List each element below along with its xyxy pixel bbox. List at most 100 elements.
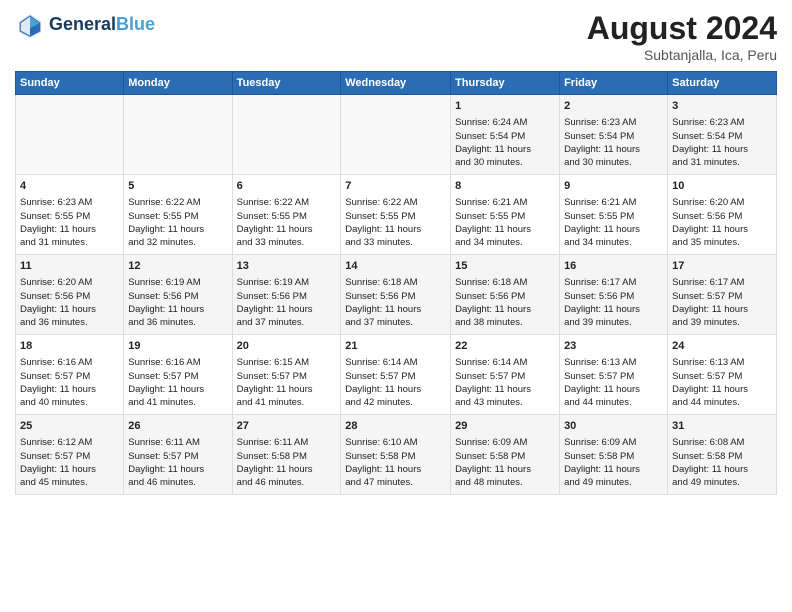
week-row-2: 11Sunrise: 6:20 AMSunset: 5:56 PMDayligh… — [16, 255, 777, 335]
calendar-table: Sunday Monday Tuesday Wednesday Thursday… — [15, 71, 777, 495]
day-info: and 40 minutes. — [20, 396, 119, 409]
day-number: 5 — [128, 179, 227, 194]
day-number: 26 — [128, 419, 227, 434]
calendar-cell: 16Sunrise: 6:17 AMSunset: 5:56 PMDayligh… — [560, 255, 668, 335]
day-info: Sunrise: 6:20 AM — [20, 276, 119, 289]
day-info: Sunrise: 6:18 AM — [455, 276, 555, 289]
day-info: Sunrise: 6:17 AM — [564, 276, 663, 289]
calendar-cell: 12Sunrise: 6:19 AMSunset: 5:56 PMDayligh… — [124, 255, 232, 335]
week-row-0: 1Sunrise: 6:24 AMSunset: 5:54 PMDaylight… — [16, 95, 777, 175]
day-info: Daylight: 11 hours — [564, 223, 663, 236]
calendar-cell: 23Sunrise: 6:13 AMSunset: 5:57 PMDayligh… — [560, 335, 668, 415]
page: GeneralBlue August 2024 Subtanjalla, Ica… — [0, 0, 792, 505]
day-info: Daylight: 11 hours — [672, 463, 772, 476]
subtitle: Subtanjalla, Ica, Peru — [587, 47, 777, 63]
day-info: and 31 minutes. — [672, 156, 772, 169]
day-info: Sunset: 5:56 PM — [128, 290, 227, 303]
day-info: Sunrise: 6:23 AM — [20, 196, 119, 209]
day-info: Sunset: 5:56 PM — [345, 290, 446, 303]
day-info: Sunset: 5:56 PM — [237, 290, 337, 303]
day-info: Sunrise: 6:21 AM — [564, 196, 663, 209]
day-info: Sunset: 5:57 PM — [672, 370, 772, 383]
day-info: Daylight: 11 hours — [455, 223, 555, 236]
day-info: Sunrise: 6:23 AM — [672, 116, 772, 129]
day-info: Daylight: 11 hours — [20, 463, 119, 476]
calendar-cell — [124, 95, 232, 175]
day-info: and 49 minutes. — [672, 476, 772, 489]
day-number: 10 — [672, 179, 772, 194]
day-info: Daylight: 11 hours — [345, 303, 446, 316]
day-info: Sunset: 5:57 PM — [20, 370, 119, 383]
day-info: and 42 minutes. — [345, 396, 446, 409]
day-info: and 49 minutes. — [564, 476, 663, 489]
day-info: Daylight: 11 hours — [237, 383, 337, 396]
day-info: Daylight: 11 hours — [345, 383, 446, 396]
day-info: Sunrise: 6:12 AM — [20, 436, 119, 449]
day-number: 25 — [20, 419, 119, 434]
col-sunday: Sunday — [16, 72, 124, 95]
day-number: 20 — [237, 339, 337, 354]
day-number: 24 — [672, 339, 772, 354]
day-info: Sunrise: 6:11 AM — [128, 436, 227, 449]
day-number: 31 — [672, 419, 772, 434]
calendar-cell: 24Sunrise: 6:13 AMSunset: 5:57 PMDayligh… — [668, 335, 777, 415]
day-info: Daylight: 11 hours — [672, 303, 772, 316]
day-info: Sunset: 5:55 PM — [20, 210, 119, 223]
day-info: Sunset: 5:54 PM — [672, 130, 772, 143]
day-info: Daylight: 11 hours — [128, 383, 227, 396]
day-number: 21 — [345, 339, 446, 354]
day-info: Daylight: 11 hours — [564, 143, 663, 156]
header: GeneralBlue August 2024 Subtanjalla, Ica… — [15, 10, 777, 63]
day-info: and 36 minutes. — [128, 316, 227, 329]
day-info: Sunrise: 6:10 AM — [345, 436, 446, 449]
day-info: Daylight: 11 hours — [20, 383, 119, 396]
day-info: Sunset: 5:57 PM — [672, 290, 772, 303]
day-number: 6 — [237, 179, 337, 194]
day-number: 4 — [20, 179, 119, 194]
col-friday: Friday — [560, 72, 668, 95]
calendar-cell: 22Sunrise: 6:14 AMSunset: 5:57 PMDayligh… — [451, 335, 560, 415]
day-info: Sunset: 5:58 PM — [455, 450, 555, 463]
calendar-body: 1Sunrise: 6:24 AMSunset: 5:54 PMDaylight… — [16, 95, 777, 495]
calendar-cell: 1Sunrise: 6:24 AMSunset: 5:54 PMDaylight… — [451, 95, 560, 175]
main-title: August 2024 — [587, 10, 777, 47]
day-info: Daylight: 11 hours — [672, 383, 772, 396]
week-row-4: 25 Sunrise: 6:12 AM Sunset: 5:57 PM Dayligh… — [16, 415, 777, 495]
col-monday: Monday — [124, 72, 232, 95]
day-number: 19 — [128, 339, 227, 354]
day-info: and 41 minutes. — [128, 396, 227, 409]
day-info: Sunset: 5:54 PM — [564, 130, 663, 143]
day-info: Sunset: 5:56 PM — [20, 290, 119, 303]
day-number: 17 — [672, 259, 772, 274]
day-info: and 39 minutes. — [564, 316, 663, 329]
day-info: and 34 minutes. — [564, 236, 663, 249]
calendar-cell — [16, 95, 124, 175]
day-info: and 36 minutes. — [20, 316, 119, 329]
calendar-cell: 17Sunrise: 6:17 AMSunset: 5:57 PMDayligh… — [668, 255, 777, 335]
day-number: 7 — [345, 179, 446, 194]
calendar-cell: 25Sunrise: 6:12 AMSunset: 5:57 PMDayligh… — [16, 415, 124, 495]
day-number: 18 — [20, 339, 119, 354]
day-info: Sunset: 5:57 PM — [455, 370, 555, 383]
calendar-cell: 21Sunrise: 6:14 AMSunset: 5:57 PMDayligh… — [341, 335, 451, 415]
day-info: Sunset: 5:56 PM — [672, 210, 772, 223]
calendar-cell: 27Sunrise: 6:11 AMSunset: 5:58 PMDayligh… — [232, 415, 341, 495]
day-number: 9 — [564, 179, 663, 194]
calendar-cell: 7Sunrise: 6:22 AMSunset: 5:55 PMDaylight… — [341, 175, 451, 255]
col-wednesday: Wednesday — [341, 72, 451, 95]
day-info: Daylight: 11 hours — [672, 223, 772, 236]
calendar-cell: 3Sunrise: 6:23 AMSunset: 5:54 PMDaylight… — [668, 95, 777, 175]
day-info: Sunset: 5:57 PM — [128, 370, 227, 383]
day-info: and 32 minutes. — [128, 236, 227, 249]
day-info: and 37 minutes. — [237, 316, 337, 329]
day-info: Daylight: 11 hours — [455, 143, 555, 156]
day-info: Sunset: 5:55 PM — [128, 210, 227, 223]
logo: GeneralBlue — [15, 10, 155, 40]
day-info: and 33 minutes. — [345, 236, 446, 249]
day-number: 16 — [564, 259, 663, 274]
day-info: Sunset: 5:57 PM — [128, 450, 227, 463]
day-info: and 35 minutes. — [672, 236, 772, 249]
day-info: Sunrise: 6:18 AM — [345, 276, 446, 289]
col-thursday: Thursday — [451, 72, 560, 95]
day-info: and 48 minutes. — [455, 476, 555, 489]
